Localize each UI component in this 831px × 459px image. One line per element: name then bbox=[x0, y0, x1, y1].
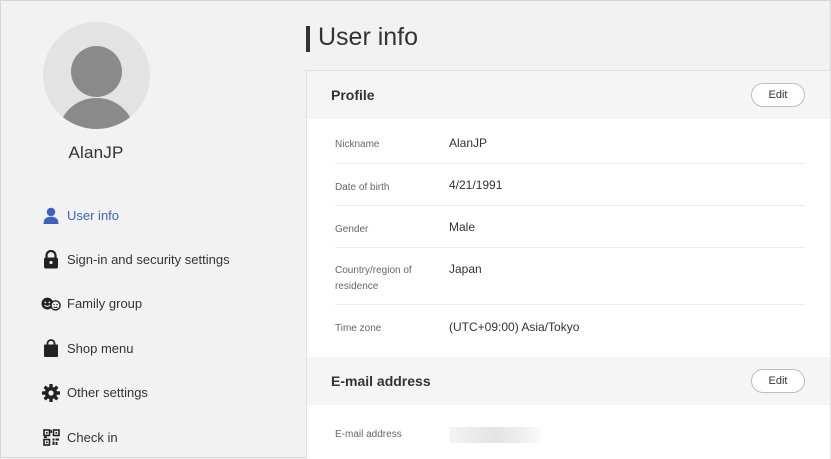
username: AlanJP bbox=[68, 143, 124, 162]
email-row: E-mail address bbox=[307, 405, 830, 451]
sidebar-item-label: Other settings bbox=[67, 385, 148, 401]
sidebar-item-user-info[interactable]: User info bbox=[41, 193, 230, 237]
avatar-head-shape bbox=[71, 46, 122, 97]
qr-code-icon bbox=[41, 427, 61, 447]
row-value: (UTC+09:00) Asia/Tokyo bbox=[449, 320, 580, 334]
email-section-title: E-mail address bbox=[331, 373, 431, 389]
sidebar-item-family-group[interactable]: Family group bbox=[41, 282, 230, 326]
profile-row-date-of-birth: Date of birth 4/21/1991 bbox=[335, 164, 805, 206]
app-window: AlanJP User info Sign-in and security se… bbox=[0, 0, 831, 459]
title-accent-bar bbox=[306, 26, 310, 52]
profile-row-country: Country/region of residence Japan bbox=[335, 248, 805, 305]
sidebar-item-label: Shop menu bbox=[67, 340, 134, 356]
profile-row-time-zone: Time zone (UTC+09:00) Asia/Tokyo bbox=[335, 305, 805, 355]
sidebar-item-label: User info bbox=[67, 207, 120, 223]
row-label: Country/region of residence bbox=[335, 265, 412, 292]
profile-section-header: Profile Edit bbox=[307, 71, 830, 119]
profile-row-gender: Gender Male bbox=[335, 206, 805, 248]
sidebar-item-shop-menu[interactable]: Shop menu bbox=[41, 326, 230, 370]
shopping-bag-icon bbox=[41, 338, 61, 358]
row-label: Nickname bbox=[335, 139, 380, 150]
row-label: E-mail address bbox=[335, 429, 402, 440]
sidebar-item-label: Sign-in and security settings bbox=[67, 252, 230, 268]
profile-section-title: Profile bbox=[331, 87, 375, 103]
sidebar-item-check-in[interactable]: Check in bbox=[41, 415, 230, 459]
sidebar-nav: User info Sign-in and security settings bbox=[41, 193, 230, 459]
row-value: Japan bbox=[449, 262, 482, 276]
row-value: Male bbox=[449, 220, 476, 234]
lock-icon bbox=[41, 250, 61, 270]
profile-rows: Nickname AlanJP Date of birth 4/21/1991 … bbox=[307, 119, 830, 355]
profile-row-nickname: Nickname AlanJP bbox=[335, 119, 805, 164]
person-icon bbox=[41, 205, 61, 225]
user-info-card: Profile Edit Nickname AlanJP Date of bir… bbox=[306, 70, 831, 459]
gear-icon bbox=[41, 383, 61, 403]
email-edit-button[interactable]: Edit bbox=[751, 369, 805, 393]
sidebar-item-sign-in-security[interactable]: Sign-in and security settings bbox=[41, 237, 230, 281]
sidebar: AlanJP User info Sign-in and security se… bbox=[1, 1, 301, 459]
family-icon bbox=[41, 294, 61, 314]
profile-edit-button[interactable]: Edit bbox=[751, 83, 805, 107]
row-value: AlanJP bbox=[449, 136, 488, 150]
sidebar-item-label: Family group bbox=[67, 296, 143, 312]
avatar-body-shape bbox=[58, 98, 135, 129]
sidebar-item-label: Check in bbox=[67, 429, 118, 445]
email-section-header: E-mail address Edit bbox=[307, 357, 830, 405]
masked-email-value bbox=[449, 427, 541, 443]
page-title: User info bbox=[318, 23, 419, 51]
sidebar-item-other-settings[interactable]: Other settings bbox=[41, 371, 230, 415]
row-label: Time zone bbox=[335, 323, 382, 334]
row-label: Date of birth bbox=[335, 182, 390, 193]
row-value: 4/21/1991 bbox=[449, 178, 503, 192]
avatar bbox=[43, 22, 150, 129]
row-label: Gender bbox=[335, 224, 369, 235]
